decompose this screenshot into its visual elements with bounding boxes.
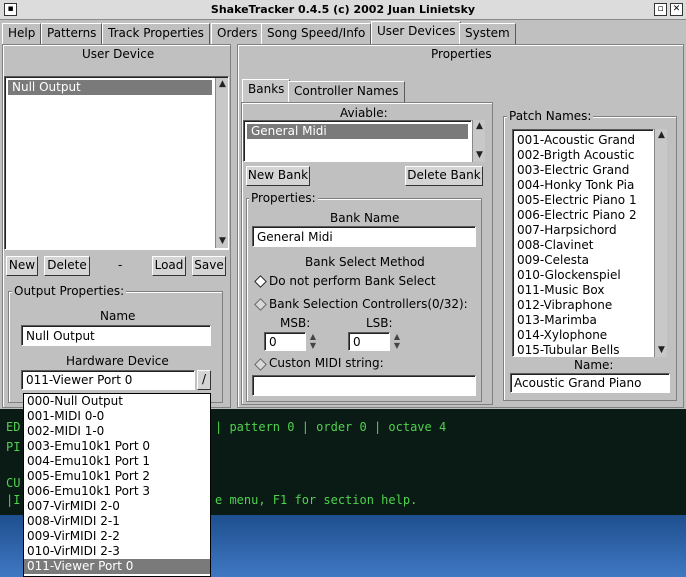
patch-names-legend: Patch Names: (507, 109, 594, 123)
dropdown-option[interactable]: 003-Emu10k1 Port 0 (24, 439, 210, 454)
list-item[interactable]: Null Output (8, 80, 212, 95)
dropdown-option[interactable]: 011-Viewer Port 0 (24, 559, 210, 574)
maximize-icon[interactable]: ▫ (654, 3, 667, 16)
hardware-device-label: Hardware Device (66, 354, 169, 368)
patch-names-list[interactable]: 001-Acoustic Grand 002-Brigth Acoustic 003… (512, 129, 654, 357)
console-line: |I (6, 493, 21, 507)
patch-list-item[interactable]: 010-Glockenspiel (513, 268, 653, 283)
load-button[interactable]: Load (152, 256, 186, 276)
tab-patterns[interactable]: Patterns (41, 23, 103, 44)
patch-list-item[interactable]: 004-Honky Tonk Pia (513, 178, 653, 193)
patch-name-field[interactable]: Acoustic Grand Piano (510, 373, 670, 393)
patch-list-item[interactable]: 011-Music Box (513, 283, 653, 298)
patch-list-item[interactable]: 015-Tubular Bells (513, 343, 653, 358)
bank-properties-legend: Properties: (249, 191, 318, 205)
scroll-down-icon[interactable]: ▼ (217, 235, 228, 247)
bank-name-field[interactable]: General Midi (252, 226, 476, 247)
tab-orders[interactable]: Orders (211, 23, 264, 44)
properties-heading: Properties (431, 47, 492, 61)
lsb-spinner-icon[interactable]: ▲ ▼ (392, 332, 402, 350)
dropdown-option[interactable]: 001-MIDI 0-0 (24, 409, 210, 424)
new-device-button[interactable]: New (6, 256, 38, 276)
device-list-scrollbar[interactable]: ▲ ▼ (215, 78, 228, 248)
dropdown-option[interactable]: 010-VirMIDI 2-3 (24, 544, 210, 559)
dropdown-option[interactable]: 005-Emu10k1 Port 2 (24, 469, 210, 484)
patch-list-item[interactable]: 001-Acoustic Grand (513, 133, 653, 148)
dropdown-option[interactable]: 007-VirMIDI 2-0 (24, 499, 210, 514)
patch-list-item[interactable]: 012-Vibraphone (513, 298, 653, 313)
bank-controllers-label: Bank Selection Controllers(0/32): (269, 297, 468, 311)
delete-device-button[interactable]: Delete (44, 256, 90, 276)
dropdown-option[interactable]: 002-MIDI 1-0 (24, 424, 210, 439)
dropdown-option[interactable]: 004-Emu10k1 Port 1 (24, 454, 210, 469)
console-status-line: | pattern 0 | order 0 | octave 4 (215, 420, 447, 434)
lsb-label: LSB: (366, 316, 393, 330)
patch-list-item[interactable]: 014-Xylophone (513, 328, 653, 343)
subtab-controller-names[interactable]: Controller Names (288, 81, 405, 102)
console-line: PI (6, 440, 21, 454)
banks-list-scrollbar[interactable]: ▲ ▼ (472, 120, 485, 162)
dash-label: - (118, 258, 123, 272)
no-bank-select-label: Do not perform Bank Select (269, 274, 436, 288)
banks-list[interactable]: General Midi (243, 120, 472, 162)
patch-list-scrollbar[interactable]: ▲ ▼ (654, 129, 667, 357)
close-icon[interactable]: ✕ (670, 3, 683, 16)
subtab-banks[interactable]: Banks (242, 79, 291, 103)
msb-label: MSB: (280, 316, 311, 330)
tab-user-devices[interactable]: User Devices (371, 21, 462, 45)
dropdown-option[interactable]: 009-VirMIDI 2-2 (24, 529, 210, 544)
tab-song-speed-info[interactable]: Song Speed/Info (261, 23, 372, 44)
msb-spinner-icon[interactable]: ▲ ▼ (308, 332, 318, 350)
tab-help[interactable]: Help (2, 23, 42, 44)
patch-name-label: Name: (574, 358, 614, 372)
output-properties-legend: Output Properties: (12, 284, 127, 298)
console-line: CU (6, 476, 21, 490)
hardware-device-select[interactable]: 011-Viewer Port 0 (21, 370, 195, 390)
delete-bank-button[interactable]: Delete Bank (405, 166, 483, 186)
scroll-up-icon[interactable]: ▲ (656, 129, 667, 141)
scroll-up-icon[interactable]: ▲ (474, 120, 485, 132)
console-line: ED (6, 420, 21, 434)
bank-select-method-label: Bank Select Method (305, 255, 425, 269)
dropdown-option[interactable]: 008-VirMIDI 2-1 (24, 514, 210, 529)
tab-track-properties[interactable]: Track Properties (102, 23, 210, 44)
hardware-device-dropdown-button[interactable]: / (197, 370, 211, 390)
patch-list-item[interactable]: 013-Marimba (513, 313, 653, 328)
patch-list-item[interactable]: 002-Brigth Acoustic (513, 148, 653, 163)
window-title: ShakeTracker 0.4.5 (c) 2002 Juan Liniets… (210, 3, 476, 16)
custom-midi-label: Custon MIDI string: (269, 356, 384, 370)
custom-midi-field[interactable] (252, 375, 476, 396)
dropdown-option[interactable]: 000-Null Output (24, 394, 210, 409)
patch-list-item[interactable]: 005-Electric Piano 1 (513, 193, 653, 208)
scroll-down-icon[interactable]: ▼ (656, 344, 667, 356)
scroll-up-icon[interactable]: ▲ (217, 78, 228, 90)
device-list[interactable]: Null Output (4, 76, 229, 250)
scroll-down-icon[interactable]: ▼ (474, 149, 485, 161)
name-label: Name (100, 309, 136, 323)
patch-list-item[interactable]: 006-Electric Piano 2 (513, 208, 653, 223)
save-button[interactable]: Save (192, 256, 226, 276)
hardware-device-dropdown[interactable]: 000-Null Output 001-MIDI 0-0 002-MIDI 1-0 0… (23, 393, 211, 577)
title-bar: ▪ ShakeTracker 0.4.5 (c) 2002 Juan Linie… (0, 0, 686, 20)
msb-field[interactable]: 0 (264, 332, 306, 351)
device-name-field[interactable]: Null Output (21, 325, 211, 346)
list-item[interactable]: General Midi (247, 124, 468, 139)
aviable-label: Aviable: (340, 106, 388, 120)
dropdown-option[interactable]: 006-Emu10k1 Port 3 (24, 484, 210, 499)
patch-list-item[interactable]: 008-Clavinet (513, 238, 653, 253)
patch-list-item[interactable]: 007-Harpsichord (513, 223, 653, 238)
patch-list-item[interactable]: 003-Electric Grand (513, 163, 653, 178)
tab-system[interactable]: System (459, 23, 516, 44)
console-help-line: e menu, F1 for section help. (215, 493, 418, 507)
patch-list-item[interactable]: 009-Celesta (513, 253, 653, 268)
user-device-heading: User Device (82, 47, 155, 61)
bank-name-label: Bank Name (330, 211, 400, 225)
lsb-field[interactable]: 0 (348, 332, 390, 351)
new-bank-button[interactable]: New Bank (246, 166, 310, 186)
